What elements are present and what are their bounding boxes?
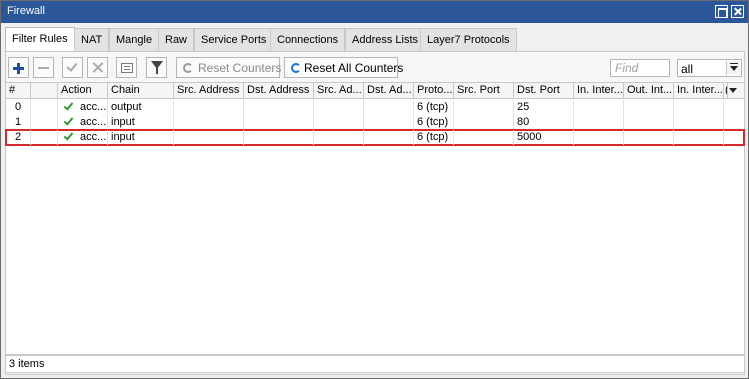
- col-protocol[interactable]: Proto...: [414, 83, 454, 99]
- table-row-highlighted[interactable]: 2 acc... input 6 (tcp) 5000: [5, 129, 745, 146]
- table-row[interactable]: 0 acc... output 6 (tcp) 25: [6, 100, 744, 115]
- firewall-window: Firewall Filter Rules NAT Mangle Raw Ser…: [0, 0, 749, 379]
- close-icon[interactable]: [731, 5, 744, 18]
- col-dst-port[interactable]: Dst. Port: [514, 83, 574, 99]
- comment-icon[interactable]: [116, 57, 137, 78]
- filter-select[interactable]: all: [677, 59, 742, 77]
- title-bar: Firewall: [1, 1, 748, 23]
- tab-layer7-protocols[interactable]: Layer7 Protocols: [420, 28, 517, 51]
- rules-table: # Action Chain Src. Address Dst. Address…: [5, 82, 745, 354]
- col-src-address-list[interactable]: Src. Ad...: [314, 83, 364, 99]
- filter-select-value: all: [681, 62, 694, 76]
- table-header: # Action Chain Src. Address Dst. Address…: [6, 83, 744, 99]
- column-menu-icon[interactable]: [729, 88, 737, 93]
- col-dst-address-list[interactable]: Dst. Ad...: [364, 83, 414, 99]
- tab-connections[interactable]: Connections: [270, 28, 346, 51]
- item-count: 3 items: [9, 358, 45, 370]
- tab-nat[interactable]: NAT: [74, 28, 110, 51]
- status-bar: 3 items: [5, 355, 745, 373]
- col-out-interface[interactable]: Out. Int...: [624, 83, 674, 99]
- col-truncated[interactable]: (: [724, 83, 728, 99]
- tab-raw[interactable]: Raw: [158, 28, 195, 51]
- col-src-address[interactable]: Src. Address: [174, 83, 244, 99]
- table-row[interactable]: 1 acc... input 6 (tcp) 80: [6, 115, 744, 130]
- filter-rules-panel: Reset Counters Reset All Counters Find a…: [5, 51, 745, 375]
- add-icon[interactable]: [8, 57, 29, 78]
- accept-icon: [63, 100, 74, 111]
- col-action[interactable]: Action: [58, 83, 108, 99]
- enable-icon[interactable]: [62, 57, 83, 78]
- reset-counters-icon: [183, 63, 193, 73]
- accept-icon: [63, 130, 74, 141]
- accept-icon: [63, 115, 74, 126]
- filter-icon[interactable]: [146, 57, 167, 78]
- reset-all-counters-icon: [291, 63, 301, 73]
- col-in-interface[interactable]: In. Inter...: [574, 83, 624, 99]
- tab-service-ports[interactable]: Service Ports: [194, 28, 274, 51]
- tab-filter-rules[interactable]: Filter Rules: [5, 27, 75, 52]
- reset-all-counters-button[interactable]: Reset All Counters: [284, 57, 403, 78]
- disable-icon[interactable]: [87, 57, 108, 78]
- dropdown-arrow-icon[interactable]: [726, 61, 740, 75]
- col-chain[interactable]: Chain: [108, 83, 174, 99]
- col-src-port[interactable]: Src. Port: [454, 83, 514, 99]
- tab-address-lists[interactable]: Address Lists: [345, 28, 426, 51]
- remove-icon[interactable]: [33, 57, 54, 78]
- restore-icon[interactable]: [715, 5, 728, 18]
- col-in-interface-list[interactable]: In. Inter...: [674, 83, 724, 99]
- col-flags[interactable]: [31, 83, 58, 99]
- window-title: Firewall: [7, 5, 45, 17]
- col-number[interactable]: #: [6, 83, 31, 99]
- reset-counters-button[interactable]: Reset Counters: [176, 57, 281, 78]
- toolbar: Reset Counters Reset All Counters Find a…: [6, 55, 744, 80]
- tab-mangle[interactable]: Mangle: [109, 28, 160, 51]
- find-input[interactable]: Find: [610, 59, 670, 77]
- col-dst-address[interactable]: Dst. Address: [244, 83, 314, 99]
